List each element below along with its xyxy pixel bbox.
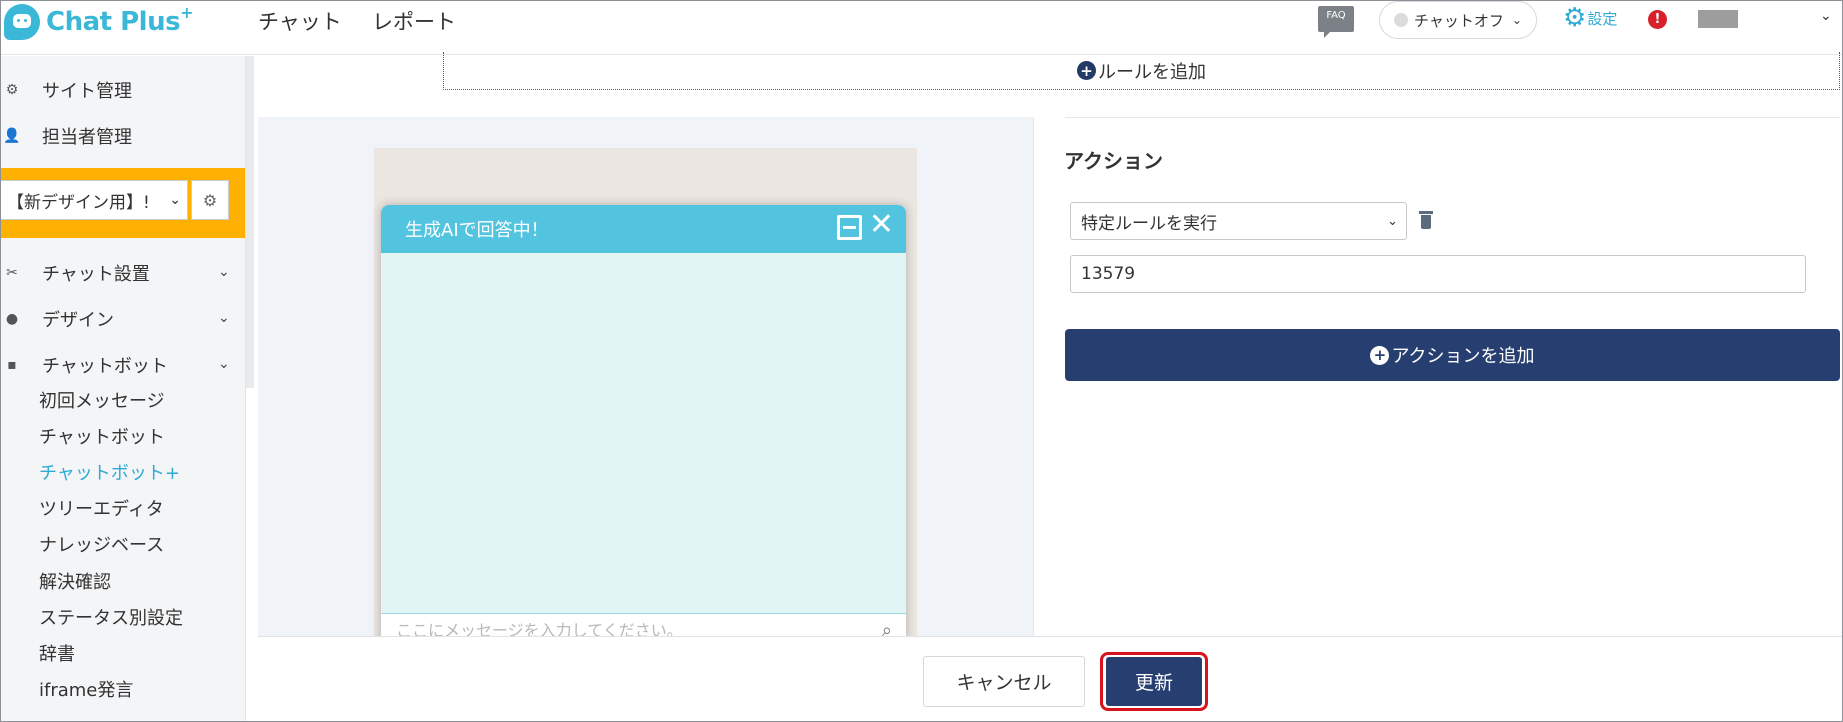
user-gear-icon: 👤 bbox=[3, 128, 21, 144]
chat-widget-preview: 生成AIで回答中！ ✕ ここにメッセージを入力してください。 ⌕ bbox=[381, 205, 906, 641]
sidebar-subitem[interactable]: 初回メッセージ bbox=[39, 387, 165, 413]
close-icon[interactable]: ✕ bbox=[869, 210, 894, 240]
add-rule-label: ルールを追加 bbox=[1098, 61, 1206, 83]
chat-status-toggle[interactable]: チャットオフ ⌄ bbox=[1379, 1, 1537, 39]
add-rule-button[interactable]: + ルールを追加 bbox=[443, 52, 1840, 90]
alert-icon[interactable]: ! bbox=[1648, 10, 1667, 29]
settings-label: 設定 bbox=[1587, 9, 1618, 28]
sidebar-item-chatbot[interactable]: ▪ チャットボット bbox=[0, 352, 168, 378]
sidebar-subitem[interactable]: 解決確認 bbox=[39, 568, 111, 594]
sidebar-item-label: デザイン bbox=[42, 310, 114, 331]
site-settings-gear-icon[interactable]: ⚙ bbox=[191, 180, 229, 220]
trash-icon[interactable] bbox=[1419, 211, 1433, 229]
settings-link[interactable]: ⚙ 設定 bbox=[1563, 5, 1617, 31]
faq-icon[interactable]: FAQ bbox=[1318, 6, 1354, 38]
status-dot-icon bbox=[1394, 13, 1408, 27]
sidebar-subitem[interactable]: iframe発言 bbox=[39, 676, 133, 702]
user-menu-chevron-icon[interactable]: ⌄ bbox=[1820, 8, 1832, 24]
gear-icon: ⚙ bbox=[5, 82, 19, 98]
chevron-down-icon[interactable]: ⌄ bbox=[218, 264, 230, 280]
gear-icon: ⚙ bbox=[1563, 3, 1587, 33]
sidebar-subitem-active[interactable]: チャットボット+ bbox=[39, 459, 180, 485]
update-button[interactable]: 更新 bbox=[1106, 657, 1202, 706]
logo[interactable]: Chat Plus+ bbox=[4, 3, 193, 40]
sidebar-subitem[interactable]: ステータス別設定 bbox=[39, 604, 183, 630]
plus-circle-icon: + bbox=[1077, 61, 1096, 80]
chevron-down-icon: ⌄ bbox=[169, 192, 181, 208]
action-type-select[interactable]: 特定ルールを実行 ⌄ bbox=[1070, 202, 1407, 240]
chevron-down-icon[interactable]: ⌄ bbox=[218, 356, 230, 372]
site-select-highlight: 【新デザイン用】! ⌄ ⚙ bbox=[0, 168, 245, 238]
sidebar-subitem[interactable]: ナレッジベース bbox=[39, 531, 164, 557]
sidebar-item-staff-management[interactable]: 👤 担当者管理 bbox=[0, 123, 132, 149]
sidebar-item-label: サイト管理 bbox=[42, 81, 132, 102]
chevron-down-icon[interactable]: ⌄ bbox=[218, 310, 230, 326]
add-action-button[interactable]: + アクションを追加 bbox=[1065, 329, 1840, 381]
chat-icon: ▪ bbox=[7, 357, 17, 373]
sidebar-subitem[interactable]: 辞書 bbox=[39, 640, 75, 666]
sidebar-subitem[interactable]: チャットボット bbox=[39, 423, 165, 449]
action-title: アクション bbox=[1064, 149, 1163, 173]
sidebar-item-label: 担当者管理 bbox=[42, 127, 132, 148]
site-select-value: 【新デザイン用】! bbox=[7, 192, 150, 213]
sidebar-item-chat-install[interactable]: ✂ チャット設置 bbox=[0, 260, 150, 286]
widget-title: 生成AIで回答中！ bbox=[405, 220, 549, 241]
sidebar-item-site-management[interactable]: ⚙ サイト管理 bbox=[0, 77, 132, 103]
action-value-input[interactable]: 13579 bbox=[1070, 255, 1806, 293]
palette-icon: ● bbox=[5, 311, 19, 327]
cancel-button[interactable]: キャンセル bbox=[923, 656, 1085, 707]
nav-report[interactable]: レポート bbox=[372, 6, 456, 36]
site-select[interactable]: 【新デザイン用】! ⌄ bbox=[0, 180, 188, 220]
sidebar-item-label: チャット設置 bbox=[42, 264, 150, 285]
app-header: Chat Plus+ チャット レポート FAQ チャットオフ ⌄ ⚙ 設定 !… bbox=[0, 0, 1843, 55]
sidebar-scrollbar[interactable] bbox=[246, 56, 254, 388]
user-avatar[interactable] bbox=[1698, 10, 1738, 28]
sidebar-item-label: チャットボット bbox=[42, 356, 168, 377]
chevron-down-icon: ⌄ bbox=[1387, 213, 1398, 229]
action-type-value: 特定ルールを実行 bbox=[1081, 213, 1217, 234]
widget-header: 生成AIで回答中！ ✕ bbox=[381, 205, 906, 253]
logo-chat-icon bbox=[4, 4, 40, 40]
minimize-icon[interactable] bbox=[837, 215, 862, 240]
sidebar-subitem[interactable]: ツリーエディタ bbox=[39, 495, 164, 521]
logo-text: Chat Plus bbox=[46, 7, 181, 37]
plus-circle-icon: + bbox=[1370, 345, 1390, 365]
chat-status-label: チャットオフ bbox=[1414, 11, 1504, 30]
tools-icon: ✂ bbox=[6, 265, 18, 281]
sidebar-item-design[interactable]: ● デザイン bbox=[0, 306, 114, 332]
add-action-label: アクションを追加 bbox=[1391, 346, 1535, 367]
widget-message-area bbox=[381, 253, 906, 613]
nav-chat[interactable]: チャット bbox=[258, 6, 342, 36]
action-value-text: 13579 bbox=[1081, 264, 1136, 284]
chevron-down-icon: ⌄ bbox=[1511, 13, 1522, 27]
logo-plus: + bbox=[180, 3, 193, 22]
